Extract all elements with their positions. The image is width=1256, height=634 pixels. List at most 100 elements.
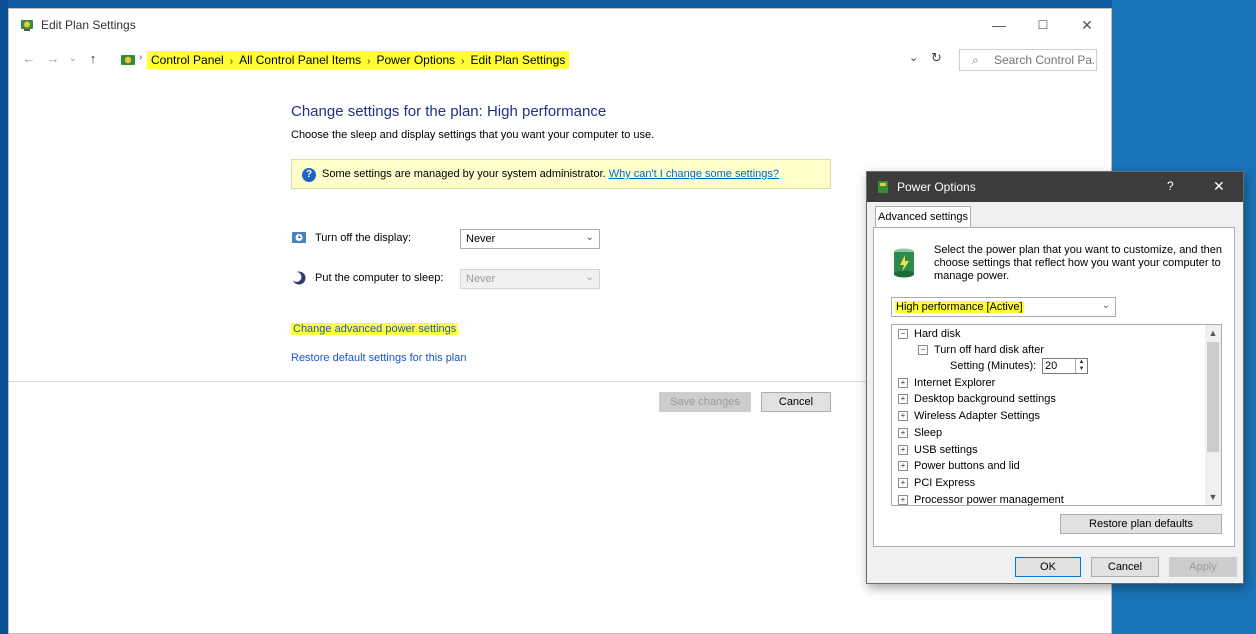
expand-icon[interactable]: + bbox=[898, 428, 908, 439]
navigation-bar: ← → ⌄ ↑ › Control Panel › All Control Pane… bbox=[9, 43, 1111, 75]
sleep-timeout-select[interactable]: Never ⌄ bbox=[460, 269, 600, 289]
address-bar[interactable]: › Control Panel › All Control Panel Items ›… bbox=[119, 49, 949, 71]
dialog-description: Select the power plan that you want to c… bbox=[934, 244, 1223, 282]
dialog-help-button[interactable]: ? bbox=[1167, 179, 1174, 193]
admin-info-bar: ? Some settings are managed by your syst… bbox=[291, 159, 831, 189]
dialog-title-bar: Power Options ? ✕ bbox=[867, 172, 1243, 202]
tree-item-processor-power[interactable]: + Processor power management bbox=[898, 492, 1064, 506]
expand-icon[interactable]: + bbox=[898, 495, 908, 505]
why-cant-change-link[interactable]: Why can't I change some settings? bbox=[609, 168, 779, 180]
scrollbar-thumb[interactable] bbox=[1207, 342, 1219, 452]
change-advanced-power-settings-link[interactable]: Change advanced power settings bbox=[291, 323, 459, 335]
setting-minutes-input[interactable] bbox=[1045, 360, 1071, 372]
breadcrumb-all-items[interactable]: All Control Panel Items bbox=[239, 53, 361, 67]
expand-icon[interactable]: + bbox=[898, 378, 908, 389]
dialog-cancel-button[interactable]: Cancel bbox=[1091, 557, 1159, 577]
tree-item-internet-explorer[interactable]: + Internet Explorer bbox=[898, 375, 995, 391]
stepper-arrows-icon[interactable]: ▲ ▼ bbox=[1075, 359, 1087, 373]
power-plan-select[interactable]: High performance [Active] ⌄ bbox=[891, 297, 1116, 317]
page-title: Change settings for the plan: High perfo… bbox=[291, 103, 607, 120]
power-options-icon bbox=[878, 181, 888, 193]
breadcrumb-edit-plan-settings[interactable]: Edit Plan Settings bbox=[471, 53, 566, 67]
forward-button[interactable]: → bbox=[45, 50, 61, 68]
tree-item-label: Desktop background settings bbox=[914, 393, 1056, 405]
tree-item-hard-disk[interactable]: − Hard disk bbox=[898, 326, 960, 342]
tree-item-pci-express[interactable]: + PCI Express bbox=[898, 475, 975, 491]
cancel-button[interactable]: Cancel bbox=[761, 392, 831, 412]
breadcrumb-root-separator[interactable]: › bbox=[139, 52, 142, 63]
expand-icon[interactable]: + bbox=[898, 445, 908, 456]
chevron-down-icon: ⌄ bbox=[1101, 300, 1110, 311]
scroll-down-icon[interactable]: ▼ bbox=[1205, 489, 1221, 505]
breadcrumb-separator[interactable]: › bbox=[461, 56, 464, 67]
display-timeout-select[interactable]: Never ⌄ bbox=[460, 229, 600, 249]
tree-item-power-buttons[interactable]: + Power buttons and lid bbox=[898, 458, 1020, 474]
address-dropdown-button[interactable]: ⌄ bbox=[909, 51, 918, 64]
breadcrumb: Control Panel › All Control Panel Items › Po… bbox=[147, 51, 570, 69]
display-label: Turn off the display: bbox=[315, 232, 411, 244]
sleep-label: Put the computer to sleep: bbox=[315, 272, 444, 284]
power-options-icon bbox=[21, 20, 33, 31]
desktop-left bbox=[0, 0, 8, 634]
tree-item-usb-settings[interactable]: + USB settings bbox=[898, 442, 978, 458]
scroll-up-icon[interactable]: ▲ bbox=[1205, 325, 1221, 341]
tree-item-label: Wireless Adapter Settings bbox=[914, 410, 1040, 422]
tab-advanced-settings[interactable]: Advanced settings bbox=[875, 206, 971, 228]
collapse-icon[interactable]: − bbox=[898, 329, 908, 340]
tree-scrollbar[interactable]: ▲ ▼ bbox=[1205, 325, 1221, 505]
breadcrumb-separator[interactable]: › bbox=[367, 56, 370, 67]
setting-minutes-label: Setting (Minutes): bbox=[950, 360, 1037, 372]
tree-item-label: Turn off hard disk after bbox=[934, 344, 1045, 356]
minimize-button[interactable]: — bbox=[977, 13, 1021, 37]
search-icon: ⌕ bbox=[972, 53, 979, 67]
tree-item-label: USB settings bbox=[914, 444, 978, 456]
power-settings-tree[interactable]: − Hard disk − Turn off hard disk after Set… bbox=[891, 324, 1222, 506]
breadcrumb-control-panel[interactable]: Control Panel bbox=[151, 53, 224, 67]
dialog-title: Power Options bbox=[897, 180, 976, 194]
window-title: Edit Plan Settings bbox=[41, 18, 136, 32]
save-changes-button[interactable]: Save changes bbox=[659, 392, 751, 412]
breadcrumb-power-options[interactable]: Power Options bbox=[376, 53, 455, 67]
advanced-settings-panel: Select the power plan that you want to c… bbox=[873, 227, 1235, 547]
restore-default-settings-link[interactable]: Restore default settings for this plan bbox=[291, 352, 466, 364]
recent-locations-button[interactable]: ⌄ bbox=[65, 50, 81, 68]
clock-icon bbox=[292, 232, 306, 243]
restore-plan-defaults-button[interactable]: Restore plan defaults bbox=[1060, 514, 1222, 534]
power-plan-value: High performance [Active] bbox=[895, 301, 1024, 313]
expand-icon[interactable]: + bbox=[898, 461, 908, 472]
chevron-down-icon: ⌄ bbox=[585, 232, 594, 243]
power-options-dialog: Power Options ? ✕ Advanced settings Sele… bbox=[866, 171, 1244, 584]
tree-item-turn-off-hard-disk[interactable]: − Turn off hard disk after bbox=[918, 342, 1044, 358]
expand-icon[interactable]: + bbox=[898, 478, 908, 489]
expand-icon[interactable]: + bbox=[898, 394, 908, 405]
up-button[interactable]: ↑ bbox=[85, 50, 101, 68]
moon-icon bbox=[291, 271, 306, 285]
tree-item-label: Hard disk bbox=[914, 328, 961, 340]
ok-button[interactable]: OK bbox=[1015, 557, 1081, 577]
tree-item-label: Power buttons and lid bbox=[914, 460, 1020, 472]
expand-icon[interactable]: + bbox=[898, 411, 908, 422]
search-box[interactable]: ⌕ bbox=[959, 49, 1097, 71]
display-timeout-value: Never bbox=[466, 233, 496, 245]
tree-item-label: PCI Express bbox=[914, 477, 976, 489]
search-input[interactable] bbox=[994, 52, 1094, 68]
dialog-close-button[interactable]: ✕ bbox=[1213, 178, 1225, 195]
tree-item-sleep[interactable]: + Sleep bbox=[898, 425, 942, 441]
desktop-top bbox=[0, 0, 1256, 8]
apply-button[interactable]: Apply bbox=[1169, 557, 1237, 577]
tree-item-wireless-adapter[interactable]: + Wireless Adapter Settings bbox=[898, 408, 1040, 424]
close-button[interactable]: ✕ bbox=[1065, 13, 1109, 37]
title-bar: Edit Plan Settings — ☐ ✕ bbox=[9, 9, 1111, 41]
refresh-button[interactable]: ↻ bbox=[931, 50, 942, 66]
help-icon: ? bbox=[302, 168, 316, 182]
collapse-icon[interactable]: − bbox=[918, 345, 928, 356]
maximize-button[interactable]: ☐ bbox=[1021, 13, 1065, 37]
tree-item-label: Processor power management bbox=[914, 494, 1064, 506]
sleep-timeout-value: Never bbox=[466, 273, 496, 285]
info-text: Some settings are managed by your system… bbox=[322, 168, 779, 180]
battery-icon bbox=[894, 248, 914, 278]
setting-minutes-stepper[interactable]: ▲▼ bbox=[1042, 358, 1088, 374]
breadcrumb-separator[interactable]: › bbox=[230, 56, 233, 67]
tree-item-desktop-background[interactable]: + Desktop background settings bbox=[898, 391, 1056, 407]
back-button[interactable]: ← bbox=[21, 50, 37, 68]
